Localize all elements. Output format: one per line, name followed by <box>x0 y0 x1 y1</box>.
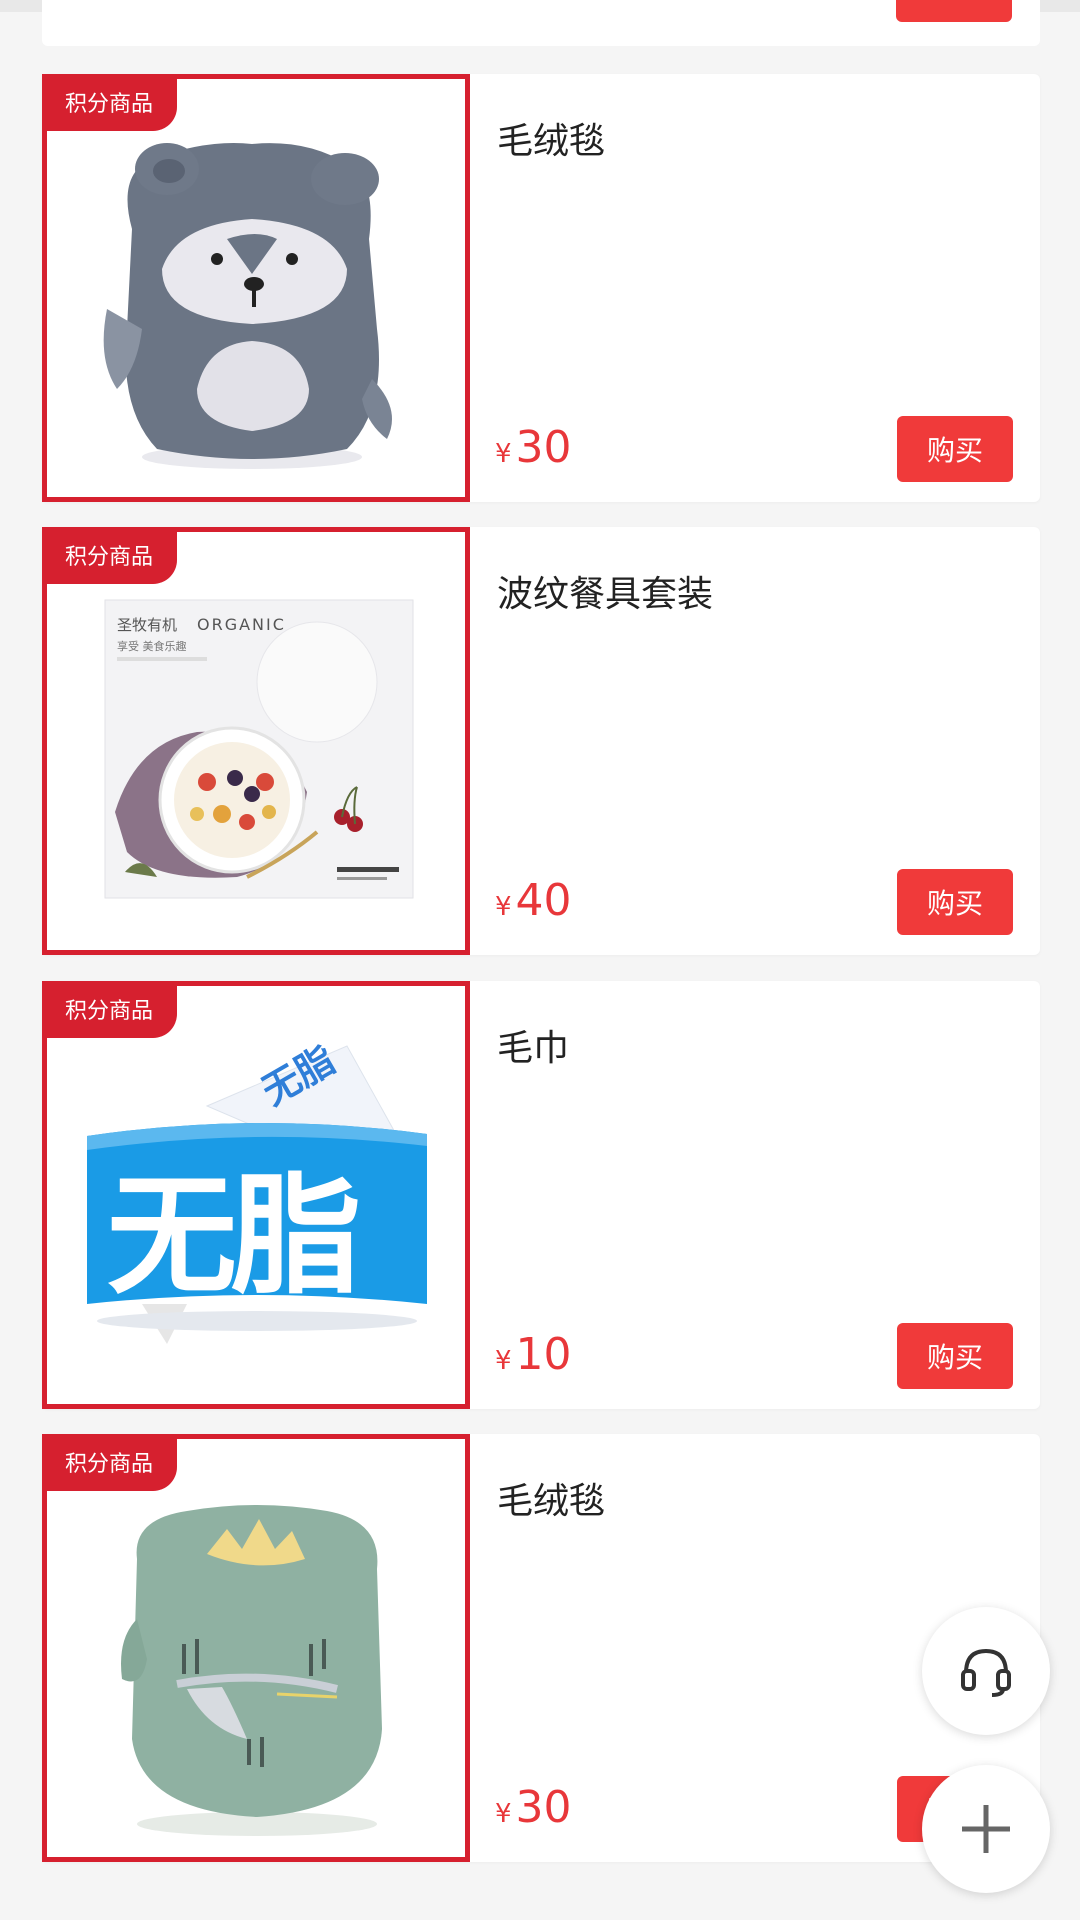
blue-towel-image: 无脂 无脂 <box>87 1038 427 1344</box>
price-value: 30 <box>515 1782 572 1833</box>
product-card[interactable]: 无脂 无脂 积分商品 毛巾 ¥10 购买 <box>42 981 1040 1409</box>
buy-button[interactable]: 购买 <box>897 416 1013 482</box>
currency-symbol: ¥ <box>495 439 512 469</box>
points-product-tag: 积分商品 <box>47 532 178 584</box>
svg-text:无脂: 无脂 <box>107 1160 358 1312</box>
points-product-tag: 积分商品 <box>47 986 178 1038</box>
product-card[interactable]: 圣牧有机 ORGANIC 享受 美食乐趣 积分商品 波纹餐具套装 ¥40 购买 <box>42 527 1040 955</box>
product-image[interactable]: 无脂 无脂 积分商品 <box>42 981 470 1409</box>
price-value: 40 <box>515 875 572 926</box>
previous-buy-button[interactable] <box>896 0 1012 22</box>
product-image[interactable]: 圣牧有机 ORGANIC 享受 美食乐趣 积分商品 <box>42 527 470 955</box>
product-card[interactable]: 积分商品 毛绒毯 ¥30 购买 <box>42 74 1040 502</box>
price-value: 10 <box>515 1329 572 1380</box>
product-price: ¥30 <box>495 1782 572 1833</box>
points-product-tag: 积分商品 <box>47 79 178 131</box>
buy-button[interactable]: 购买 <box>897 1323 1013 1389</box>
tableware-box-image: 圣牧有机 ORGANIC 享受 美食乐趣 <box>104 599 414 899</box>
product-name[interactable]: 毛巾 <box>497 1019 569 1071</box>
svg-text:圣牧有机: 圣牧有机 <box>117 616 177 634</box>
price-value: 30 <box>515 422 572 473</box>
product-image[interactable]: 积分商品 <box>42 74 470 502</box>
plus-icon <box>962 1805 1010 1853</box>
product-price: ¥30 <box>495 422 572 473</box>
product-name[interactable]: 波纹餐具套装 <box>497 565 713 617</box>
buy-button[interactable]: 购买 <box>897 869 1013 935</box>
gray-raccoon-blanket-image <box>103 143 392 469</box>
product-price: ¥40 <box>495 875 572 926</box>
headset-icon <box>961 1648 1011 1697</box>
product-name[interactable]: 毛绒毯 <box>497 1472 605 1524</box>
currency-symbol: ¥ <box>495 1799 512 1829</box>
currency-symbol: ¥ <box>495 892 512 922</box>
green-crown-blanket-image <box>121 1505 382 1836</box>
product-price: ¥10 <box>495 1329 572 1380</box>
points-product-tag: 积分商品 <box>47 1439 178 1491</box>
customer-service-button[interactable] <box>922 1607 1050 1735</box>
add-button[interactable] <box>922 1765 1050 1893</box>
svg-text:ORGANIC: ORGANIC <box>197 615 286 634</box>
currency-symbol: ¥ <box>495 1346 512 1376</box>
product-list-page: 积分商品 毛绒毯 ¥30 购买 圣牧有机 ORGANIC 享受 美食乐趣 积分商… <box>0 0 1080 1920</box>
previous-product-card <box>42 0 1040 46</box>
svg-text:享受 美食乐趣: 享受 美食乐趣 <box>117 639 187 653</box>
product-image[interactable]: 积分商品 <box>42 1434 470 1862</box>
product-card[interactable]: 积分商品 毛绒毯 ¥30 购买 <box>42 1434 1040 1862</box>
product-name[interactable]: 毛绒毯 <box>497 112 605 164</box>
